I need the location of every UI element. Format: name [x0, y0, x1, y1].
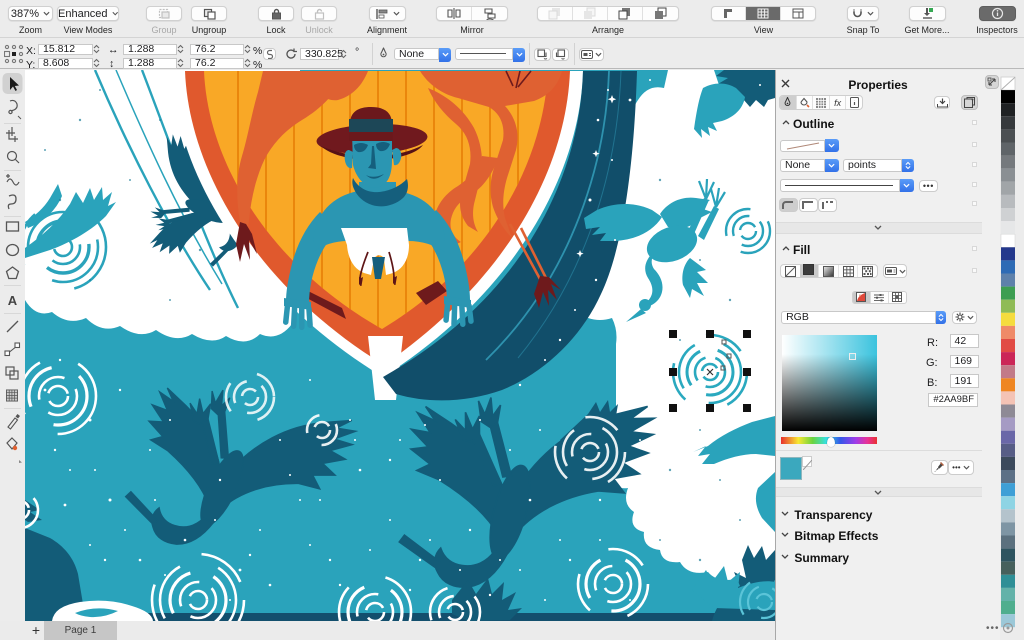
svg-text:A: A — [8, 293, 18, 308]
